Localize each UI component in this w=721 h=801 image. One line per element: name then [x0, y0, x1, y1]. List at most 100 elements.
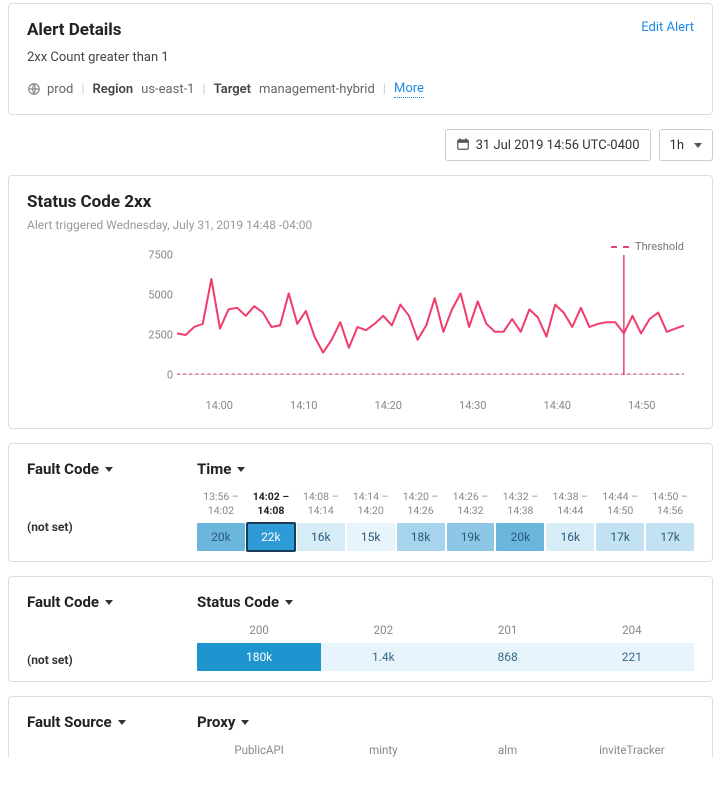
- chart-title: Status Code 2xx: [27, 192, 694, 212]
- time-heat-row: 20k22k16k15k18k19k20k16k17k17k: [197, 523, 694, 551]
- alert-meta-row: prod | Region us-east-1 | Target managem…: [27, 81, 694, 98]
- time-heat-cell[interactable]: 20k: [197, 523, 245, 551]
- chevron-down-icon: [118, 720, 126, 725]
- chevron-down-icon: [694, 143, 702, 148]
- fault-time-row-label: (not set): [27, 520, 197, 534]
- chart-x-tick: 14:40: [515, 399, 600, 412]
- status-code-cell[interactable]: 180k: [197, 643, 321, 671]
- chart-y-tick: 2500: [135, 329, 173, 342]
- chart-card: Status Code 2xx Alert triggered Wednesda…: [8, 175, 713, 429]
- fault-code-label-2: Fault Code: [27, 593, 99, 611]
- target-value: management-hybrid: [259, 82, 375, 97]
- chart-x-tick: 14:30: [431, 399, 516, 412]
- fault-status-card: Fault Code (not set) Status Code 2002022…: [8, 576, 713, 682]
- separator: |: [202, 82, 205, 97]
- chevron-down-icon: [105, 467, 113, 472]
- proxy-header: inviteTracker: [570, 743, 694, 757]
- fault-source-label: Fault Source: [27, 713, 112, 731]
- time-bucket-header: 14:20 –14:26: [397, 490, 445, 517]
- chart-x-tick: 14:00: [177, 399, 262, 412]
- separator: |: [81, 82, 84, 97]
- chart-y-tick: 0: [135, 369, 173, 382]
- fault-proxy-card: Fault Source Proxy PublicAPImintyalminvi…: [8, 696, 713, 757]
- fault-code-label: Fault Code: [27, 460, 99, 478]
- time-heat-cell[interactable]: 18k: [397, 523, 445, 551]
- fault-source-dropdown[interactable]: Fault Source: [27, 713, 126, 731]
- chart-triggered-text: Alert triggered Wednesday, July 31, 2019…: [27, 218, 694, 232]
- chart-x-axis: 14:0014:1014:2014:3014:4014:50: [177, 399, 684, 412]
- status-code-header: 202: [321, 623, 445, 637]
- time-bucket-header: 14:44 –14:50: [596, 490, 644, 517]
- region-label: Region: [93, 82, 134, 97]
- fault-time-card: Fault Code (not set) Time 13:56 –14:0214…: [8, 443, 713, 562]
- threshold-legend-label: Threshold: [635, 240, 684, 253]
- chart-plot-area: 7500500025000: [177, 255, 684, 395]
- env-value: prod: [47, 82, 73, 97]
- time-bucket-header: 13:56 –14:02: [197, 490, 245, 517]
- status-code-header: 200: [197, 623, 321, 637]
- chevron-down-icon: [241, 720, 249, 725]
- status-code-label: Status Code: [197, 593, 279, 611]
- chevron-down-icon: [237, 467, 245, 472]
- calendar-icon: [456, 137, 470, 153]
- range-picker-button[interactable]: 1h: [659, 129, 713, 161]
- status-code-cell[interactable]: 1.4k: [321, 643, 445, 671]
- time-heat-cell[interactable]: 16k: [297, 523, 345, 551]
- timestamp-value: 31 Jul 2019 14:56 UTC-0400: [476, 138, 640, 153]
- status-code-row: 180k1.4k868221: [197, 643, 694, 671]
- fault-status-row-label: (not set): [27, 653, 197, 667]
- chart-x-tick: 14:50: [600, 399, 685, 412]
- alert-title: Alert Details: [27, 20, 122, 40]
- separator: |: [383, 82, 386, 97]
- more-link[interactable]: More: [394, 81, 424, 98]
- proxy-header: PublicAPI: [197, 743, 321, 757]
- time-label: Time: [197, 460, 231, 478]
- time-heat-cell[interactable]: 15k: [347, 523, 395, 551]
- region-value: us-east-1: [141, 82, 194, 97]
- time-heat-cell[interactable]: 16k: [546, 523, 594, 551]
- status-code-header: 201: [446, 623, 570, 637]
- edit-alert-link[interactable]: Edit Alert: [641, 20, 694, 35]
- time-controls-row: 31 Jul 2019 14:56 UTC-0400 1h: [8, 129, 713, 161]
- time-bucket-header: 14:08 –14:14: [297, 490, 345, 517]
- time-heat-cell[interactable]: 20k: [496, 523, 544, 551]
- status-code-cell[interactable]: 868: [446, 643, 570, 671]
- proxy-header: minty: [321, 743, 445, 757]
- proxy-label: Proxy: [197, 713, 235, 731]
- chart-x-tick: 14:20: [346, 399, 431, 412]
- alert-subtitle: 2xx Count greater than 1: [27, 50, 694, 65]
- globe-icon: [27, 82, 41, 98]
- timestamp-picker-button[interactable]: 31 Jul 2019 14:56 UTC-0400: [445, 129, 651, 161]
- time-bucket-header: 14:50 –14:56: [646, 490, 694, 517]
- time-bucket-header: 14:32 –14:38: [496, 490, 544, 517]
- fault-code-dropdown-2[interactable]: Fault Code: [27, 593, 113, 611]
- time-bucket-header: 14:26 –14:32: [447, 490, 495, 517]
- time-dropdown[interactable]: Time: [197, 460, 245, 478]
- chevron-down-icon: [285, 600, 293, 605]
- proxy-headers: PublicAPImintyalminviteTracker: [197, 743, 694, 757]
- chart-y-tick: 5000: [135, 289, 173, 302]
- chart-legend: Threshold: [27, 240, 694, 253]
- range-value: 1h: [670, 138, 684, 153]
- time-heat-cell[interactable]: 19k: [447, 523, 495, 551]
- proxy-header: alm: [446, 743, 570, 757]
- status-code-headers: 200202201204: [197, 623, 694, 637]
- chart-x-tick: 14:10: [262, 399, 347, 412]
- time-heat-cell[interactable]: 22k: [247, 523, 295, 551]
- alert-details-card: Alert Details Edit Alert 2xx Count great…: [8, 3, 713, 115]
- time-bucket-header: 14:14 –14:20: [347, 490, 395, 517]
- time-bucket-header: 14:02 –14:08: [247, 490, 295, 517]
- proxy-dropdown[interactable]: Proxy: [197, 713, 249, 731]
- chart-y-tick: 7500: [135, 249, 173, 262]
- time-bucket-headers: 13:56 –14:0214:02 –14:0814:08 –14:1414:1…: [197, 490, 694, 517]
- status-code-dropdown[interactable]: Status Code: [197, 593, 293, 611]
- status-code-header: 204: [570, 623, 694, 637]
- threshold-dash-icon: [611, 246, 629, 248]
- time-bucket-header: 14:38 –14:44: [546, 490, 594, 517]
- fault-code-dropdown[interactable]: Fault Code: [27, 460, 113, 478]
- time-heat-cell[interactable]: 17k: [646, 523, 694, 551]
- time-heat-cell[interactable]: 17k: [596, 523, 644, 551]
- status-code-cell[interactable]: 221: [570, 643, 694, 671]
- target-label: Target: [214, 82, 251, 97]
- chevron-down-icon: [105, 600, 113, 605]
